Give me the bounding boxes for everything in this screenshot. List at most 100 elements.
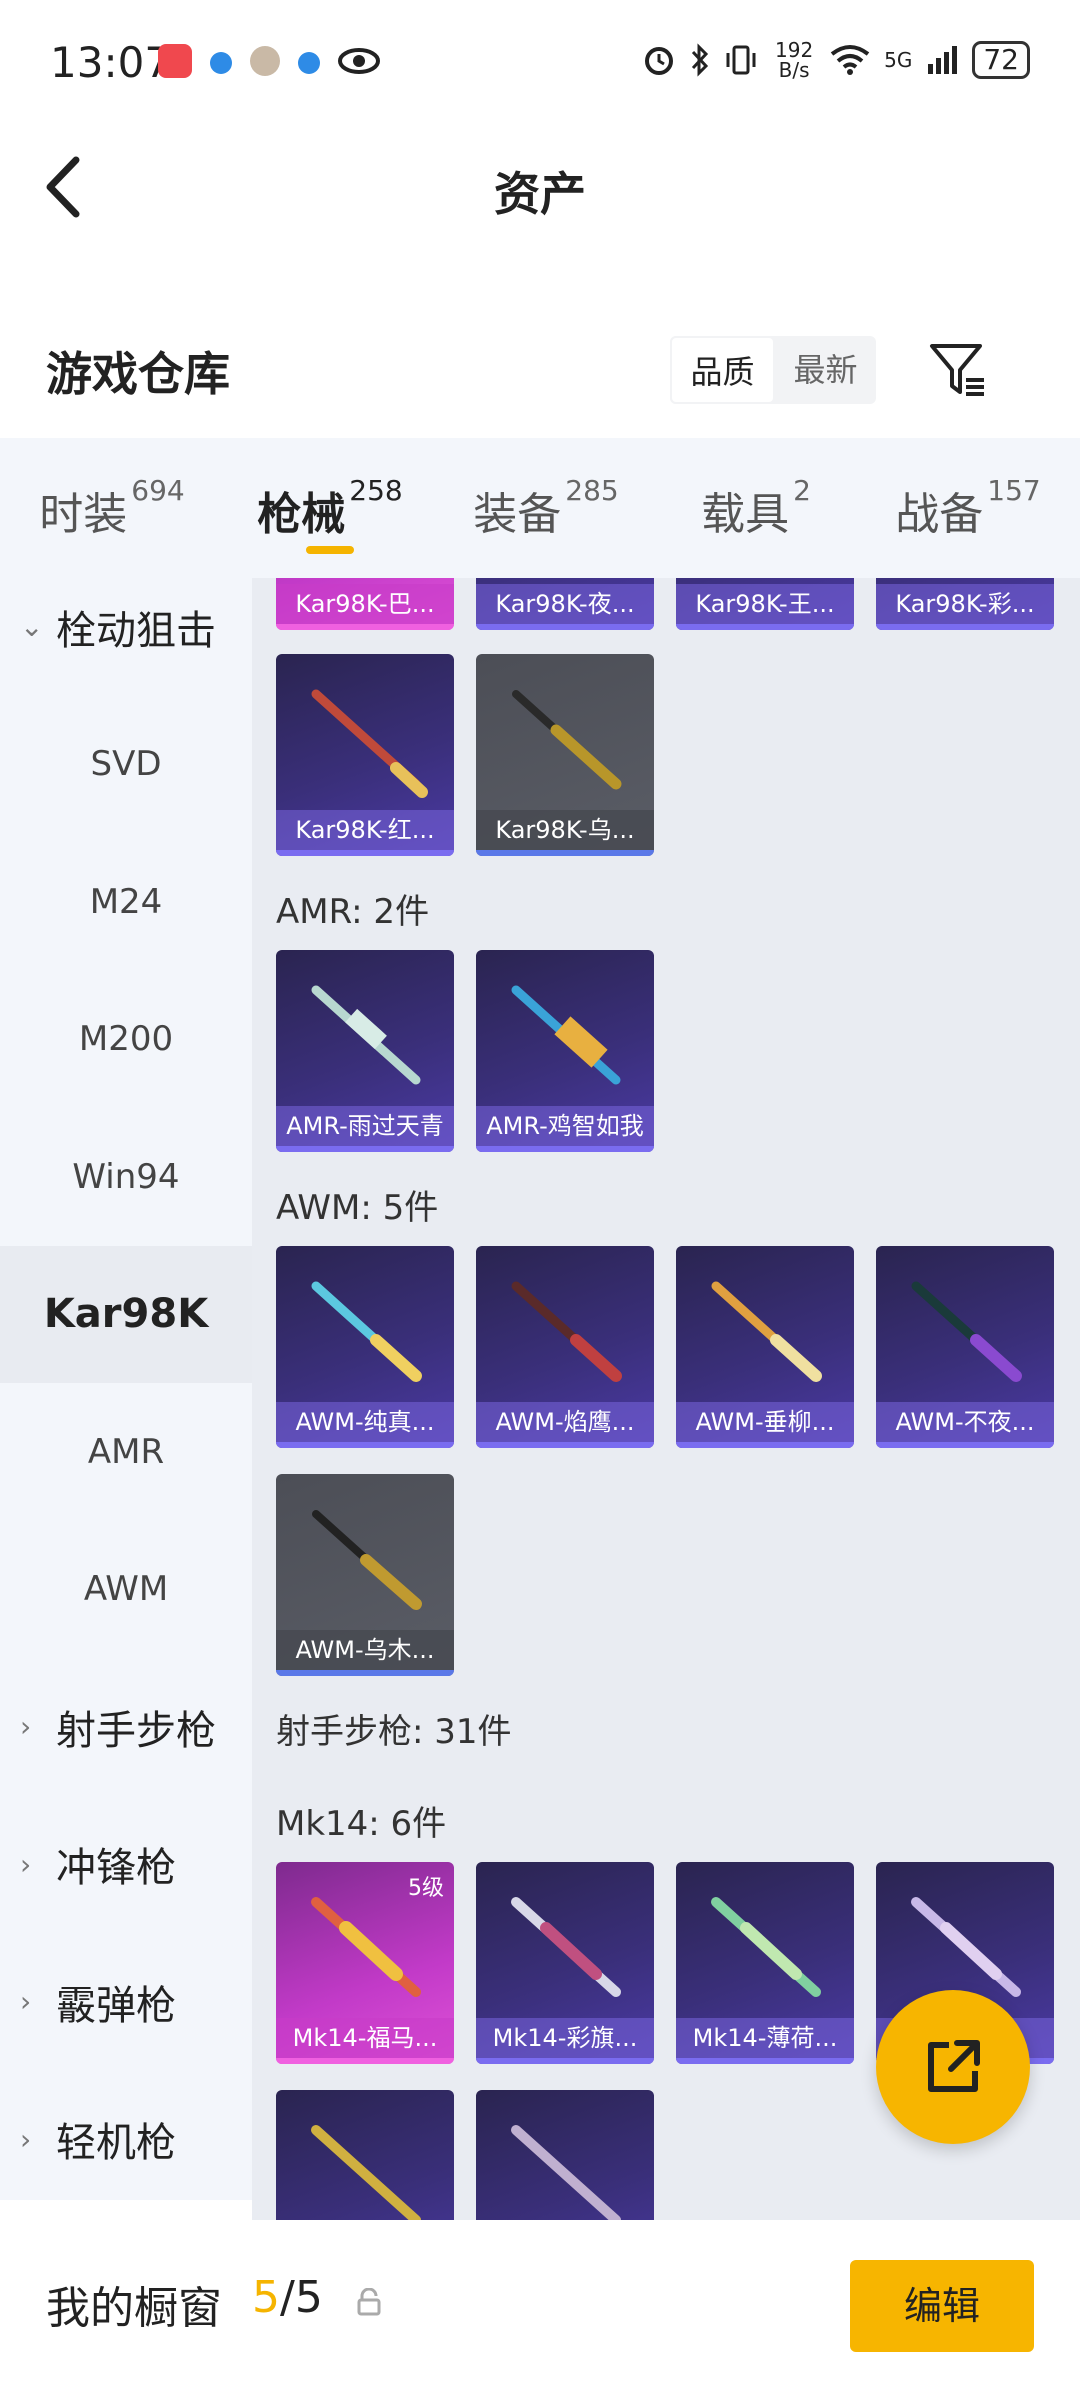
tab-equipment[interactable]: 装备 285 — [436, 438, 656, 578]
item-name: AWM-不夜... — [876, 1402, 1054, 1442]
eye-icon — [338, 48, 380, 74]
item-card[interactable]: AWM-焰鹰... — [476, 1246, 654, 1448]
item-name: Kar98K-乌... — [476, 810, 654, 850]
section-label-mk14: Mk14: 6件 — [276, 1804, 447, 1844]
item-card[interactable] — [476, 2090, 654, 2220]
sidebar-item-label: 冲锋枪 — [56, 1845, 176, 1892]
sidebar-item-label: 轻机枪 — [56, 2120, 176, 2167]
warehouse-title: 游戏仓库 — [46, 347, 230, 401]
item-card[interactable]: AMR-鸡智如我 — [476, 950, 654, 1152]
sidebar-group-lmg[interactable]: › 轻机枪 — [0, 2071, 252, 2201]
item-card[interactable]: Kar98K-夜... — [476, 578, 654, 630]
item-grid: Kar98K-巴... Kar98K-夜... Kar98K-王... Kar9… — [252, 578, 1080, 2220]
sidebar-item-awm[interactable]: AWM — [0, 1521, 252, 1659]
rifle-skin-image — [311, 2125, 421, 2220]
item-name: AWM-垂柳... — [676, 1402, 854, 1442]
tab-firearms[interactable]: 枪械 258 — [224, 438, 436, 578]
item-name: Kar98K-夜... — [476, 584, 654, 624]
showcase-current: 5 — [252, 2272, 280, 2323]
network-speed: 192 B/s — [775, 38, 814, 82]
tab-label: 时装 — [39, 489, 128, 540]
lock-icon — [357, 2288, 381, 2316]
rifle-skin-image — [511, 1897, 621, 1997]
rifle-skin-image — [311, 689, 428, 798]
item-card[interactable]: 5级 Mk14-福马... — [276, 1862, 454, 2064]
sidebar-item-label: 霰弹枪 — [56, 1982, 176, 2029]
item-card[interactable]: Kar98K-巴... — [276, 578, 454, 630]
item-card[interactable]: AWM-乌木... — [276, 1474, 454, 1676]
share-icon — [928, 2040, 980, 2092]
page-title: 资产 — [494, 167, 586, 221]
chevron-right-icon: › — [20, 1847, 32, 1881]
weapon-sidebar: ⌄ 栓动狙击 SVD M24 M200 Win94 Kar98K AMR AWM … — [0, 558, 252, 2200]
item-card[interactable]: AWM-垂柳... — [676, 1246, 854, 1448]
browser-icon-2 — [298, 52, 320, 74]
showcase-bar: 我的橱窗 5/5 编辑 — [0, 2222, 1080, 2382]
item-card[interactable]: Kar98K-红... — [276, 654, 454, 856]
item-card[interactable]: Mk14-薄荷... — [676, 1862, 854, 2064]
sidebar-item-kar98k[interactable]: Kar98K — [0, 1245, 252, 1383]
active-tab-indicator — [306, 546, 354, 554]
item-card[interactable] — [276, 2090, 454, 2220]
rifle-skin-image — [311, 985, 421, 1085]
item-name: AMR-鸡智如我 — [476, 1106, 654, 1146]
chevron-down-icon: ⌄ — [20, 610, 44, 644]
status-bar: 13:07 192 B/s 5G 72 — [0, 0, 1080, 130]
item-name: AWM-焰鹰... — [476, 1402, 654, 1442]
tab-label: 载具 — [701, 489, 790, 540]
signal-icon — [928, 46, 958, 74]
sort-latest-button[interactable]: 最新 — [775, 336, 876, 404]
tab-vehicles[interactable]: 载具 2 — [656, 438, 856, 578]
browser-icon — [210, 52, 232, 74]
item-card[interactable]: AWM-不夜... — [876, 1246, 1054, 1448]
filter-icon[interactable] — [928, 340, 988, 400]
rifle-skin-image — [311, 1897, 421, 1997]
system-status-icons: 192 B/s 5G 72 — [642, 40, 1030, 80]
alarm-icon — [645, 47, 674, 75]
rifle-skin-image — [511, 1281, 622, 1382]
wifi-icon — [830, 45, 870, 75]
rifle-skin-image — [512, 690, 622, 790]
rifle-skin-image — [511, 2125, 621, 2220]
item-card[interactable]: Kar98K-王... — [676, 578, 854, 630]
chevron-right-icon: › — [20, 1710, 32, 1744]
rifle-skin-image — [511, 985, 621, 1085]
sort-quality-button[interactable]: 品质 — [670, 336, 775, 404]
sidebar-group-smg[interactable]: › 冲锋枪 — [0, 1796, 252, 1934]
vibrate-icon — [726, 45, 756, 75]
item-card[interactable]: Kar98K-乌... — [476, 654, 654, 856]
item-name: AWM-乌木... — [276, 1630, 454, 1670]
sidebar-item-m200[interactable]: M200 — [0, 971, 252, 1109]
tab-combat-prep[interactable]: 战备 157 — [856, 438, 1080, 578]
section-label-amr: AMR: 2件 — [276, 892, 430, 932]
item-name: Kar98K-巴... — [276, 584, 454, 624]
network-type: 5G — [884, 48, 913, 72]
tab-label: 战备 — [895, 489, 984, 540]
edit-button[interactable]: 编辑 — [850, 2260, 1034, 2352]
sidebar-item-m24[interactable]: M24 — [0, 833, 252, 971]
sidebar-item-amr[interactable]: AMR — [0, 1383, 252, 1521]
item-card[interactable]: AWM-纯真... — [276, 1246, 454, 1448]
item-name: Kar98K-红... — [276, 810, 454, 850]
status-time: 13:07 — [50, 38, 172, 87]
app-notification-icon — [158, 44, 192, 78]
tab-count: 2 — [793, 474, 811, 507]
tab-fashion[interactable]: 时装 694 — [0, 438, 224, 578]
rifle-skin-image — [311, 1281, 422, 1382]
item-card[interactable]: AMR-雨过天青 — [276, 950, 454, 1152]
sidebar-group-dmr[interactable]: › 射手步枪 — [0, 1658, 252, 1796]
sidebar-item-svd[interactable]: SVD — [0, 696, 252, 834]
item-name: Mk14-彩旗... — [476, 2018, 654, 2058]
sidebar-group-shotgun[interactable]: › 霰弹枪 — [0, 1933, 252, 2071]
share-button[interactable] — [876, 1990, 1030, 2144]
notification-icons — [158, 44, 380, 78]
sidebar-item-win94[interactable]: Win94 — [0, 1108, 252, 1246]
item-card[interactable]: Mk14-彩旗... — [476, 1862, 654, 2064]
item-card[interactable]: Kar98K-彩... — [876, 578, 1054, 630]
item-name: Mk14-福马... — [276, 2018, 454, 2058]
showcase-count: 5/5 — [252, 2272, 323, 2323]
chevron-right-icon: › — [20, 2122, 32, 2156]
tab-count: 694 — [131, 474, 185, 507]
category-tabs: 时装 694 枪械 258 装备 285 载具 2 战备 157 — [0, 438, 1080, 578]
sidebar-group-bolt-action[interactable]: ⌄ 栓动狙击 — [0, 558, 252, 696]
